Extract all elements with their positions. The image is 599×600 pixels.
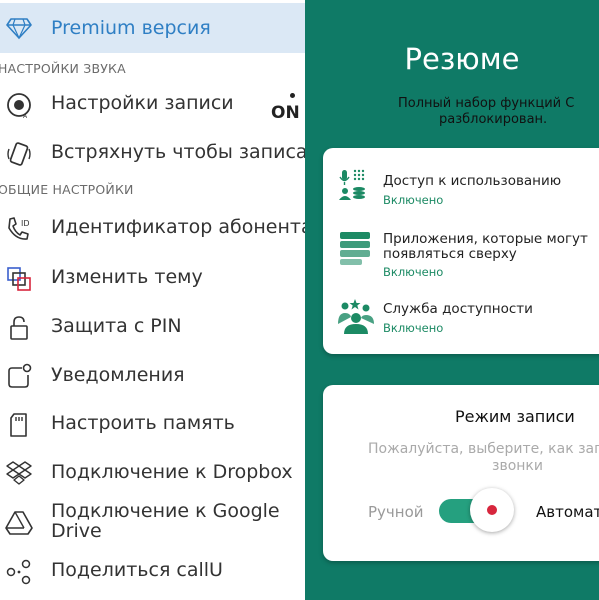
permission-title: Служба доступности xyxy=(383,301,533,317)
permissions-card: Доступ к использованию Включено Приложен… xyxy=(323,148,599,354)
sidebar-item-change-theme[interactable]: Изменить тему xyxy=(0,258,305,298)
caller-id-icon: ID xyxy=(8,217,30,240)
sidebar-item-label: Настроить память xyxy=(51,412,235,434)
theme-icon xyxy=(7,267,31,291)
accessibility-service-icon xyxy=(338,299,374,334)
sd-card-icon xyxy=(10,413,27,437)
share-icon xyxy=(6,559,31,585)
sidebar-item-label: Защита с PIN xyxy=(51,315,182,337)
settings-drawer: Premium версия НАСТРОЙКИ ЗВУКА A Настрой… xyxy=(0,0,305,600)
record-mode-desc-line2: звонки xyxy=(492,458,543,474)
summary-panel: Резюме Полный набор функций С разблокиро… xyxy=(305,0,599,600)
record-mode-card: Режим записи Пожалуйста, выберите, как з… xyxy=(323,385,599,561)
sidebar-item-caller-id[interactable]: ID Идентификатор абонента xyxy=(0,208,305,248)
sidebar-item-pin-protection[interactable]: Защита с PIN xyxy=(0,307,305,347)
premium-version-item[interactable]: Premium версия xyxy=(0,3,305,53)
permission-title-line1: Приложения, которые могут xyxy=(383,231,588,247)
diamond-icon xyxy=(6,18,32,40)
status-dot xyxy=(290,93,295,98)
sidebar-item-notifications[interactable]: Уведомления xyxy=(0,356,305,396)
sidebar-item-label: Изменить тему xyxy=(51,266,203,288)
manual-mode-label[interactable]: Ручной xyxy=(368,503,424,521)
permission-status: Включено xyxy=(383,321,444,335)
sidebar-item-shake-to-record[interactable]: Встряхнуть чтобы записать xyxy=(0,133,305,173)
sidebar-item-label-line1: Подключение к Google xyxy=(51,500,280,522)
notification-icon xyxy=(8,363,32,388)
record-mode-desc-line1: Пожалуйста, выберите, как запи xyxy=(368,441,599,457)
sidebar-item-label-line2: Drive xyxy=(51,520,102,542)
lock-icon xyxy=(10,316,28,340)
sidebar-item-label: Уведомления xyxy=(51,364,185,386)
svg-text:ID: ID xyxy=(21,219,30,228)
shake-phone-icon xyxy=(7,142,31,166)
summary-title: Резюме xyxy=(404,42,520,76)
sidebar-item-label: Встряхнуть чтобы записать xyxy=(51,141,305,163)
section-header-general: ОБЩИЕ НАСТРОЙКИ xyxy=(0,182,134,197)
record-settings-icon: A xyxy=(7,93,31,120)
permission-status: Включено xyxy=(383,265,444,279)
summary-subtitle-line1: Полный набор функций С xyxy=(398,96,575,111)
google-drive-icon xyxy=(5,511,33,535)
permission-title-line2: появляться сверху xyxy=(383,246,517,262)
sidebar-item-label: Идентификатор абонента xyxy=(51,216,305,238)
auto-mode-label[interactable]: Автомат xyxy=(536,503,599,521)
record-mode-description: Пожалуйста, выберите, как запи звонки xyxy=(368,441,599,475)
sidebar-item-label: Настройки записи xyxy=(51,92,234,114)
sidebar-item-google-drive[interactable]: Подключение к Google Drive xyxy=(0,500,305,544)
section-header-sound: НАСТРОЙКИ ЗВУКА xyxy=(0,61,126,76)
dropbox-icon xyxy=(6,461,32,485)
permission-status: Включено xyxy=(383,193,444,207)
usage-access-icon xyxy=(339,169,365,200)
overlay-apps-icon xyxy=(340,232,370,265)
sidebar-item-storage[interactable]: Настроить память xyxy=(0,404,305,444)
record-toggle-state[interactable]: ON xyxy=(271,103,300,123)
premium-version-label: Premium версия xyxy=(51,17,211,39)
record-mode-title: Режим записи xyxy=(455,407,575,426)
sidebar-item-share[interactable]: Поделиться callU xyxy=(0,551,305,591)
record-mode-toggle-knob[interactable] xyxy=(470,488,514,532)
sidebar-item-record-settings[interactable]: A Настройки записи xyxy=(0,84,305,124)
sidebar-item-label: Подключение к Dropbox xyxy=(51,461,293,483)
summary-subtitle-line2: разблокирован. xyxy=(439,112,548,127)
sidebar-item-dropbox[interactable]: Подключение к Dropbox xyxy=(0,453,305,493)
sidebar-item-label: Поделиться callU xyxy=(51,559,223,581)
summary-subtitle: Полный набор функций С разблокирован. xyxy=(398,96,574,128)
permission-title: Доступ к использованию xyxy=(383,173,562,189)
svg-text:A: A xyxy=(23,113,28,120)
